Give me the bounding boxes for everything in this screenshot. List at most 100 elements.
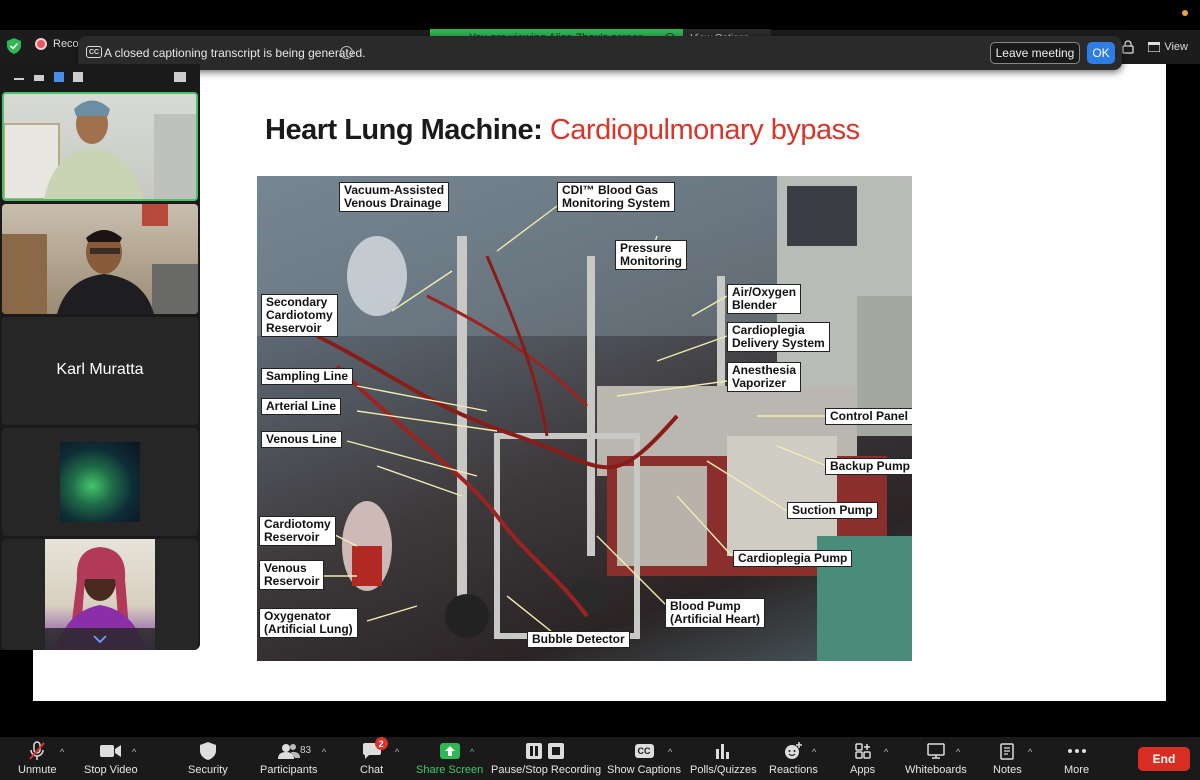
strip-view-icon[interactable]: [54, 72, 64, 82]
chat-button[interactable]: 2 Chat: [360, 737, 388, 776]
whiteboard-icon: [927, 743, 945, 759]
captioning-notice: CC A closed captioning transcript is bei…: [78, 36, 1122, 70]
participant-tile-3[interactable]: Karl Muratta: [2, 317, 198, 425]
pause-stop-recording-button[interactable]: Pause/Stop Recording: [491, 741, 601, 776]
notes-options-caret[interactable]: ^: [1028, 747, 1032, 757]
participant-tile-1[interactable]: [2, 92, 198, 201]
recording-label: Pause/Stop Recording: [491, 764, 602, 776]
unmute-button[interactable]: Unmute: [18, 741, 57, 776]
slide-title-main: Heart Lung Machine:: [265, 114, 550, 146]
security-button[interactable]: Security: [188, 741, 228, 776]
shield-icon: [199, 742, 216, 760]
label-arterial-line: Arterial Line: [261, 398, 342, 415]
grid-view-icon: [1148, 42, 1161, 52]
label-venous-reservoir: Venous Reservoir: [259, 560, 325, 590]
chevron-down-icon: [93, 635, 107, 643]
label-air-oxygen-blender: Air/Oxygen Blender: [727, 284, 802, 314]
more-button[interactable]: More: [1064, 741, 1089, 776]
share-screen-label: Share Screen: [416, 764, 484, 776]
top-strip: [0, 0, 1200, 30]
label-backup-pump: Backup Pump: [825, 458, 912, 475]
closed-caption-icon: CC: [634, 744, 654, 758]
end-meeting-button[interactable]: End: [1138, 747, 1190, 771]
participant-tile-4[interactable]: [2, 428, 198, 536]
apps-label: Apps: [850, 764, 876, 776]
ok-button[interactable]: OK: [1087, 42, 1115, 64]
notes-button[interactable]: Notes: [993, 741, 1022, 776]
whiteboards-label: Whiteboards: [905, 764, 967, 776]
top-right-tools: View: [1122, 30, 1200, 64]
captioning-notice-text: A closed captioning transcript is being …: [104, 46, 366, 60]
label-cardioplegia-delivery: Cardioplegia Delivery System: [727, 322, 830, 352]
captions-options-caret[interactable]: ^: [668, 747, 672, 757]
audio-options-caret[interactable]: ^: [60, 747, 64, 757]
record-icon: [35, 38, 47, 50]
notes-icon: [1000, 742, 1015, 760]
pop-out-icon[interactable]: [174, 72, 186, 82]
pause-stop-icon: [526, 743, 565, 759]
reactions-options-caret[interactable]: ^: [812, 747, 816, 757]
notes-label: Notes: [993, 764, 1022, 776]
label-cdi-blood-gas: CDI™ Blood Gas Monitoring System: [557, 182, 676, 212]
security-shield-icon[interactable]: [7, 38, 21, 54]
heart-lung-machine-photo: Vacuum-Assisted Venous Drainage CDI™ Blo…: [257, 176, 912, 661]
unmute-label: Unmute: [18, 764, 57, 776]
leave-meeting-button[interactable]: Leave meeting: [990, 42, 1080, 64]
label-cardiotomy-reservoir: Cardiotomy Reservoir: [259, 516, 336, 546]
shared-screen: Heart Lung Machine: Cardiopulmonary bypa…: [33, 64, 1166, 701]
label-control-panel: Control Panel: [825, 408, 912, 425]
participants-icon: [277, 744, 300, 759]
chat-badge: 2: [374, 737, 388, 750]
chat-label: Chat: [360, 764, 384, 776]
participant-tile-5[interactable]: [2, 539, 198, 650]
label-pressure-monitoring: Pressure Monitoring: [615, 240, 687, 270]
label-blood-pump: Blood Pump (Artificial Heart): [665, 598, 766, 628]
stop-video-button[interactable]: Stop Video: [84, 741, 138, 776]
video-camera-icon: [99, 745, 121, 757]
label-secondary-cardiotomy-reservoir: Secondary Cardiotomy Reservoir: [261, 294, 338, 337]
video-panel-toolbar: [0, 64, 200, 90]
view-label: View: [1164, 41, 1188, 53]
minimize-icon[interactable]: [14, 78, 24, 80]
share-options-caret[interactable]: ^: [470, 747, 474, 757]
label-anesthesia-vaporizer: Anesthesia Vaporizer: [727, 362, 802, 392]
stop-video-label: Stop Video: [84, 764, 138, 776]
lock-icon[interactable]: [1122, 40, 1134, 54]
closed-caption-icon: CC: [86, 46, 102, 58]
participant-name: Karl Muratta: [56, 361, 144, 378]
recording-indicator-dot: [1182, 10, 1188, 16]
label-bubble-detector: Bubble Detector: [527, 631, 630, 648]
apps-options-caret[interactable]: ^: [884, 747, 888, 757]
polls-quizzes-button[interactable]: Polls/Quizzes: [690, 741, 757, 776]
reactions-button[interactable]: Reactions: [769, 741, 818, 776]
info-icon[interactable]: i: [340, 46, 353, 59]
view-button[interactable]: View: [1148, 41, 1188, 53]
participants-options-caret[interactable]: ^: [322, 747, 326, 757]
participants-label: Participants: [260, 764, 318, 776]
recording-label[interactable]: Reco: [35, 38, 79, 50]
whiteboards-options-caret[interactable]: ^: [956, 747, 960, 757]
gallery-view-icon[interactable]: [73, 72, 83, 82]
reactions-label: Reactions: [769, 764, 818, 776]
chat-options-caret[interactable]: ^: [395, 747, 399, 757]
bar-chart-icon: [716, 744, 730, 759]
scroll-down-button[interactable]: [45, 628, 155, 650]
participants-count: 83: [300, 745, 312, 756]
meeting-toolbar: Unmute ^ Stop Video ^ Security Participa…: [0, 737, 1200, 780]
machine-illustration: [257, 176, 912, 661]
participant-tile-2[interactable]: [2, 204, 198, 314]
label-oxygenator: Oxygenator (Artificial Lung): [259, 608, 358, 638]
participant-video-2: [2, 204, 198, 314]
label-vacuum-assisted-venous-drainage: Vacuum-Assisted Venous Drainage: [339, 182, 450, 212]
video-options-caret[interactable]: ^: [132, 747, 136, 757]
apps-button[interactable]: Apps: [850, 741, 875, 776]
label-suction-pump: Suction Pump: [787, 502, 878, 519]
slide-title-accent: Cardiopulmonary bypass: [549, 114, 860, 146]
label-sampling-line: Sampling Line: [261, 368, 354, 385]
apps-icon: [854, 743, 871, 759]
participant-video-panel: Karl Muratta: [0, 64, 200, 650]
microphone-muted-icon: [29, 741, 46, 760]
zoom-window: Reco View You are viewing Alice Zhou's s…: [0, 0, 1200, 780]
single-video-icon[interactable]: [34, 75, 44, 81]
label-cardioplegia-pump: Cardioplegia Pump: [733, 550, 853, 567]
